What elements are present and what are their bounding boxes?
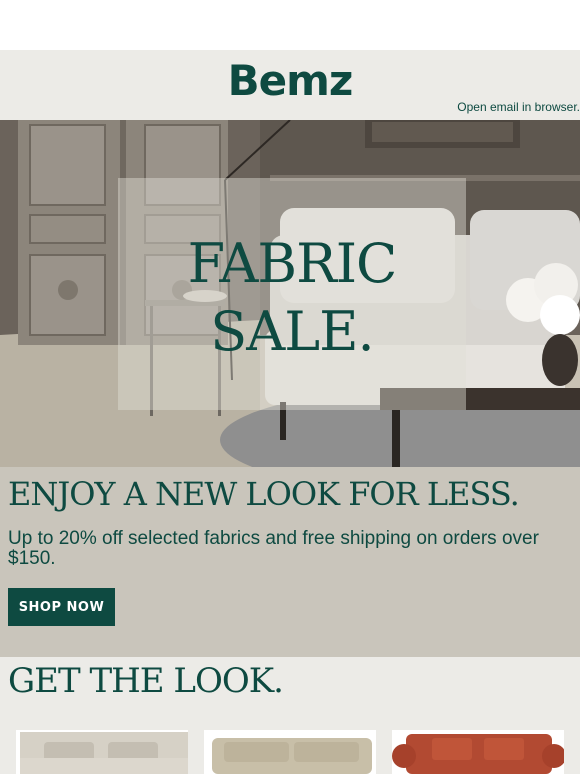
taupe-sofa-image: [204, 730, 376, 774]
beige-sectional-sofa-image: [16, 730, 188, 774]
email-top-spacer: [0, 0, 580, 50]
shop-now-button[interactable]: SHOP NOW: [8, 588, 115, 626]
product-card-taupe-sofa[interactable]: [204, 730, 376, 774]
get-the-look-section: GET THE LOOK.: [0, 657, 580, 774]
get-the-look-heading: GET THE LOOK.: [8, 661, 284, 701]
product-card-red-sofa[interactable]: [392, 730, 564, 774]
red-rolled-arm-sofa-image: [392, 730, 564, 774]
hero-title: FABRIC SALE.: [118, 230, 466, 366]
open-in-browser-link[interactable]: Open email in browser.: [457, 100, 580, 114]
hero-title-line-1: FABRIC: [187, 232, 398, 295]
promo-section: ENJOY A NEW LOOK FOR LESS. Up to 20% off…: [0, 467, 580, 657]
hero-banner[interactable]: FABRIC SALE.: [0, 120, 580, 467]
promo-heading: ENJOY A NEW LOOK FOR LESS.: [8, 475, 520, 513]
bemz-logo[interactable]: Bemz: [0, 58, 580, 104]
product-card-beige-sectional[interactable]: [16, 730, 188, 774]
email-header: Bemz Open email in browser.: [0, 50, 580, 120]
hero-title-line-2: SALE.: [210, 300, 374, 363]
promo-description: Up to 20% off selected fabrics and free …: [8, 528, 539, 569]
